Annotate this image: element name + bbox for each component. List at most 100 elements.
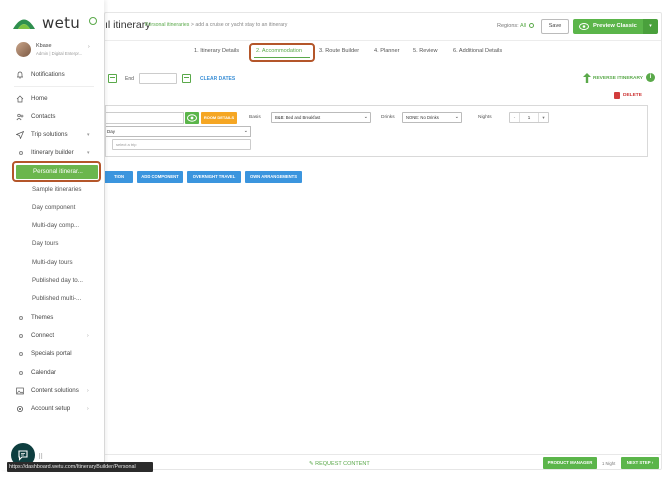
view-accommodation-button[interactable] [185,112,199,124]
sidebar-item-notifications[interactable]: Notifications [16,68,100,82]
request-content-label: REQUEST CONTENT [315,461,370,467]
stay-input[interactable]: select a trip [112,139,251,150]
tab-planner[interactable]: 4. Planner [374,48,400,54]
sidebar-sub-item-published-multi-day[interactable]: Published multi-... [32,292,81,306]
end-date-label: End [125,76,134,82]
date-toolbar: End CLEAR DATES REVERSE ITINERARY i [105,71,661,87]
sidebar-item-themes[interactable]: Themes [16,311,100,325]
nights-label: Nights [478,115,492,120]
bullet-icon [19,334,23,338]
user-role: Admin | Digital Enterpr... [36,51,83,56]
personal-itineraries-highlight [12,161,101,182]
own-arrangements-button[interactable]: OWN ARRANGEMENTS [245,171,302,183]
end-calendar-icon[interactable] [182,74,191,83]
preview-classic-label: Preview Classic [593,23,637,29]
regions-label: Regions: [497,23,519,29]
reverse-itinerary-link[interactable]: REVERSE ITINERARY [593,76,643,81]
chat-icon [18,450,28,461]
bullet-icon [19,151,23,155]
end-date-input[interactable] [139,73,177,84]
sidebar-sub-item-published-day-tours[interactable]: Published day to... [32,274,83,288]
tab-review[interactable]: 5. Review [413,48,438,54]
user-profile[interactable]: Kbase Admin | Digital Enterpr... › [14,40,94,60]
request-content-link[interactable]: ✎ REQUEST CONTENT [309,461,370,467]
regions-filter[interactable]: Regions: All [497,23,534,29]
bullet-icon [19,352,23,356]
bullet-icon [19,371,23,375]
page-header: ıl itinerary Personal itineraries > add … [105,13,661,41]
sidebar-item-label: Calendar [31,369,57,376]
overnight-travel-button[interactable]: OVERNIGHT TRAVEL [187,171,241,183]
next-step-button[interactable]: NEXT STEP › [621,457,659,469]
avatar [16,42,31,57]
clear-dates-link[interactable]: CLEAR DATES [200,76,235,82]
basis-value: B&B: Bed and Breakfast [275,115,321,120]
sidebar-item-account-setup[interactable]: Account setup › [16,402,100,416]
region-settings-icon[interactable] [528,23,534,28]
delete-link[interactable]: DELETE [614,92,642,99]
room-details-button[interactable]: ROOM DETAILS [201,112,237,124]
sidebar-item-contacts[interactable]: Contacts [16,110,100,124]
sidebar-sub-item-multi-day-component[interactable]: Multi-day comp... [32,219,79,233]
start-calendar-icon[interactable] [108,74,117,83]
user-name: Kbase [36,43,52,49]
sidebar-item-label: Account setup [31,405,71,412]
nights-increment-button[interactable]: ▾ [538,113,548,122]
trash-icon [614,92,620,99]
sidebar-sub-item-day-component[interactable]: Day component [32,201,75,215]
nights-stepper[interactable]: - 1 ▾ [509,112,549,123]
preview-options-dropdown[interactable]: ▾ [643,19,658,34]
page-footer: HELP ✎ REQUEST CONTENT PRODUCT MANAGER 1… [105,454,661,471]
sidebar-item-calendar[interactable]: Calendar [16,366,100,380]
chevron-right-icon: › [87,388,89,394]
sidebar-item-label: Home [31,95,48,102]
logo-ring-icon [89,17,97,25]
sidebar-sub-item-multi-day-tours[interactable]: Multi-day tours [32,256,73,270]
save-button[interactable]: Save [541,19,569,34]
chevron-right-icon: › [87,406,89,412]
page-title: ıl itinerary [105,19,151,31]
sidebar-item-connect[interactable]: Connect › [16,329,100,343]
sidebar-divider [14,86,94,87]
sidebar-item-home[interactable]: Home [16,92,100,106]
sidebar-sub-item-day-tours[interactable]: Day tours [32,237,58,251]
chevron-right-icon: › [88,44,90,50]
chevron-down-icon: ⌄ [363,114,368,120]
day-select[interactable]: Day ⌄ [106,126,251,137]
preview-classic-button[interactable]: Preview Classic [573,19,643,34]
main-content: ıl itinerary Personal itineraries > add … [104,12,662,470]
contacts-icon [16,113,24,121]
gear-icon [17,406,23,412]
sidebar-item-specials-portal[interactable]: Specials portal [16,347,100,361]
add-option-button[interactable]: TION [105,171,133,183]
accommodation-tab-highlight [249,43,315,62]
sidebar-item-content-solutions[interactable]: Content solutions › [16,384,100,398]
basis-select[interactable]: B&B: Bed and Breakfast ⌄ [271,112,371,123]
info-icon[interactable]: i [646,73,655,82]
sidebar: wetu Kbase Admin | Digital Enterpr... › … [0,0,104,470]
sidebar-item-label: Itinerary builder [31,149,74,156]
product-manager-button[interactable]: PRODUCT MANAGER [543,457,597,469]
sidebar-sub-item-sample-itineraries[interactable]: Sample itineraries [32,183,82,197]
sidebar-item-trip-solutions[interactable]: Trip solutions ▾ [16,128,100,142]
day-value: Day [107,129,116,134]
sidebar-item-label: Trip solutions [31,131,68,138]
nights-value[interactable]: 1 [520,113,538,122]
tab-route-builder[interactable]: 3. Route Builder [319,48,359,54]
sidebar-item-label: Themes [31,314,54,321]
sidebar-item-label: Notifications [31,71,65,78]
tab-itinerary-details[interactable]: 1. Itinerary Details [194,48,239,54]
breadcrumb-link-personal-itineraries[interactable]: Personal itineraries [145,22,189,28]
nights-decrement-button[interactable]: - [510,113,520,122]
apps-grid-icon[interactable]: ⠿ [38,453,43,461]
tab-additional-details[interactable]: 6. Additional Details [453,48,502,54]
wetu-logo[interactable]: wetu [12,12,97,34]
pencil-icon: ✎ [309,461,314,467]
drinks-value: NONE: No Drinks [406,115,439,120]
sidebar-item-label: Contacts [31,113,56,120]
accommodation-name-input[interactable] [106,112,184,124]
paper-plane-icon [16,131,24,139]
sidebar-item-itinerary-builder[interactable]: Itinerary builder ▾ [16,146,100,160]
drinks-select[interactable]: NONE: No Drinks ⌄ [402,112,462,123]
add-component-button[interactable]: ADD COMPONENT [137,171,183,183]
